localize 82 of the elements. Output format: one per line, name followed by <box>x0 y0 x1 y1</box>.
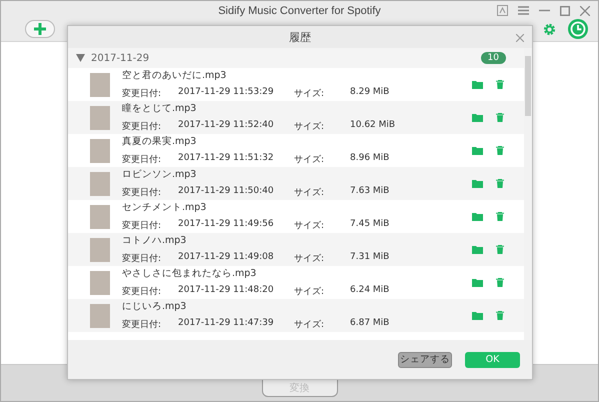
album-cover-placeholder <box>90 238 110 262</box>
file-size: 8.29 MiB <box>350 87 390 99</box>
file-name: にじいろ.mp3 <box>122 300 188 313</box>
size-label: サイズ: <box>294 154 326 166</box>
album-cover-placeholder <box>90 106 110 130</box>
date-label: 変更日付: <box>122 186 162 199</box>
date-group-header[interactable]: 2017-11-29 10 <box>68 48 524 68</box>
modified-date: 2017-11-29 11:49:08 <box>178 252 275 264</box>
file-size: 7.45 MiB <box>350 219 390 231</box>
folder-icon[interactable] <box>472 146 483 154</box>
file-size: 8.96 MiB <box>350 153 390 165</box>
size-label: サイズ: <box>294 252 326 265</box>
modified-date: 2017-11-29 11:48:20 <box>178 285 275 297</box>
settings-icon[interactable] <box>543 22 556 36</box>
expand-triangle-icon[interactable] <box>76 54 85 62</box>
share-button[interactable]: シェアする <box>398 352 452 368</box>
modified-date: 2017-11-29 11:47:39 <box>178 318 275 330</box>
date-label: 変更日付: <box>122 286 162 298</box>
delete-icon[interactable] <box>496 179 504 188</box>
size-label: サイズ: <box>294 318 326 331</box>
delete-icon[interactable] <box>496 311 504 320</box>
file-name: やさしさに包まれたなら.mp3 <box>122 267 258 280</box>
file-name: ロビンソン.mp3 <box>122 168 198 181</box>
size-label: サイズ: <box>294 286 326 298</box>
delete-icon[interactable] <box>496 80 504 89</box>
window-icon[interactable] <box>497 5 508 16</box>
group-date: 2017-11-29 <box>91 52 150 64</box>
album-cover-placeholder <box>90 270 110 294</box>
folder-icon[interactable] <box>472 212 483 220</box>
delete-icon[interactable] <box>496 113 504 122</box>
file-size: 7.31 MiB <box>350 252 390 264</box>
album-cover-placeholder <box>90 172 110 196</box>
date-label: 変更日付: <box>122 318 162 331</box>
modified-date: 2017-11-29 11:50:40 <box>178 186 275 198</box>
delete-icon[interactable] <box>496 245 504 254</box>
size-label: サイズ: <box>294 88 326 100</box>
file-size: 6.24 MiB <box>350 285 390 297</box>
minimize-icon[interactable] <box>539 9 550 12</box>
delete-icon[interactable] <box>496 146 504 155</box>
album-cover-placeholder <box>90 138 110 162</box>
count-badge: 10 <box>480 52 506 64</box>
folder-icon[interactable] <box>472 180 483 188</box>
modified-date: 2017-11-29 11:51:32 <box>178 153 275 165</box>
dialog-title: 履歴 <box>289 30 311 44</box>
file-size: 6.87 MiB <box>350 318 390 330</box>
album-cover-placeholder <box>90 204 110 228</box>
close-icon[interactable] <box>580 6 590 16</box>
file-name: コトノハ.mp3 <box>122 234 188 247</box>
file-name: 瞳をとじて.mp3 <box>122 102 198 115</box>
file-name: 真夏の果実.mp3 <box>122 135 198 148</box>
close-icon[interactable] <box>516 34 524 42</box>
modified-date: 2017-11-29 11:49:56 <box>178 219 275 231</box>
plus-icon <box>33 22 47 36</box>
modified-date: 2017-11-29 11:52:40 <box>178 120 275 132</box>
scrollbar[interactable] <box>524 48 532 340</box>
delete-icon[interactable] <box>496 278 504 287</box>
file-name: センチメント.mp3 <box>122 201 208 214</box>
album-cover-placeholder <box>90 72 110 96</box>
date-label: 変更日付: <box>122 220 162 232</box>
delete-icon[interactable] <box>496 212 504 221</box>
size-label: サイズ: <box>294 220 326 232</box>
folder-icon[interactable] <box>472 312 483 320</box>
window-title: Sidify Music Converter for Spotify <box>218 5 381 17</box>
modified-date: 2017-11-29 11:53:29 <box>178 87 275 99</box>
file-size: 7.63 MiB <box>350 186 390 198</box>
file-name: 空と君のあいだに.mp3 <box>122 69 228 82</box>
date-label: 変更日付: <box>122 154 162 166</box>
folder-icon[interactable] <box>472 246 483 254</box>
album-cover-placeholder <box>90 304 110 328</box>
date-label: 変更日付: <box>122 88 162 100</box>
date-label: 変更日付: <box>122 120 162 133</box>
maximize-icon[interactable] <box>560 6 570 16</box>
size-label: サイズ: <box>294 186 326 199</box>
history-clock-icon[interactable] <box>568 19 588 39</box>
add-button[interactable] <box>25 20 55 38</box>
date-label: 変更日付: <box>122 252 162 265</box>
folder-icon[interactable] <box>472 114 483 122</box>
menu-icon[interactable] <box>518 6 529 15</box>
folder-icon[interactable] <box>472 80 483 88</box>
folder-icon[interactable] <box>472 278 483 286</box>
size-label: サイズ: <box>294 120 326 133</box>
file-size: 10.62 MiB <box>350 120 396 132</box>
